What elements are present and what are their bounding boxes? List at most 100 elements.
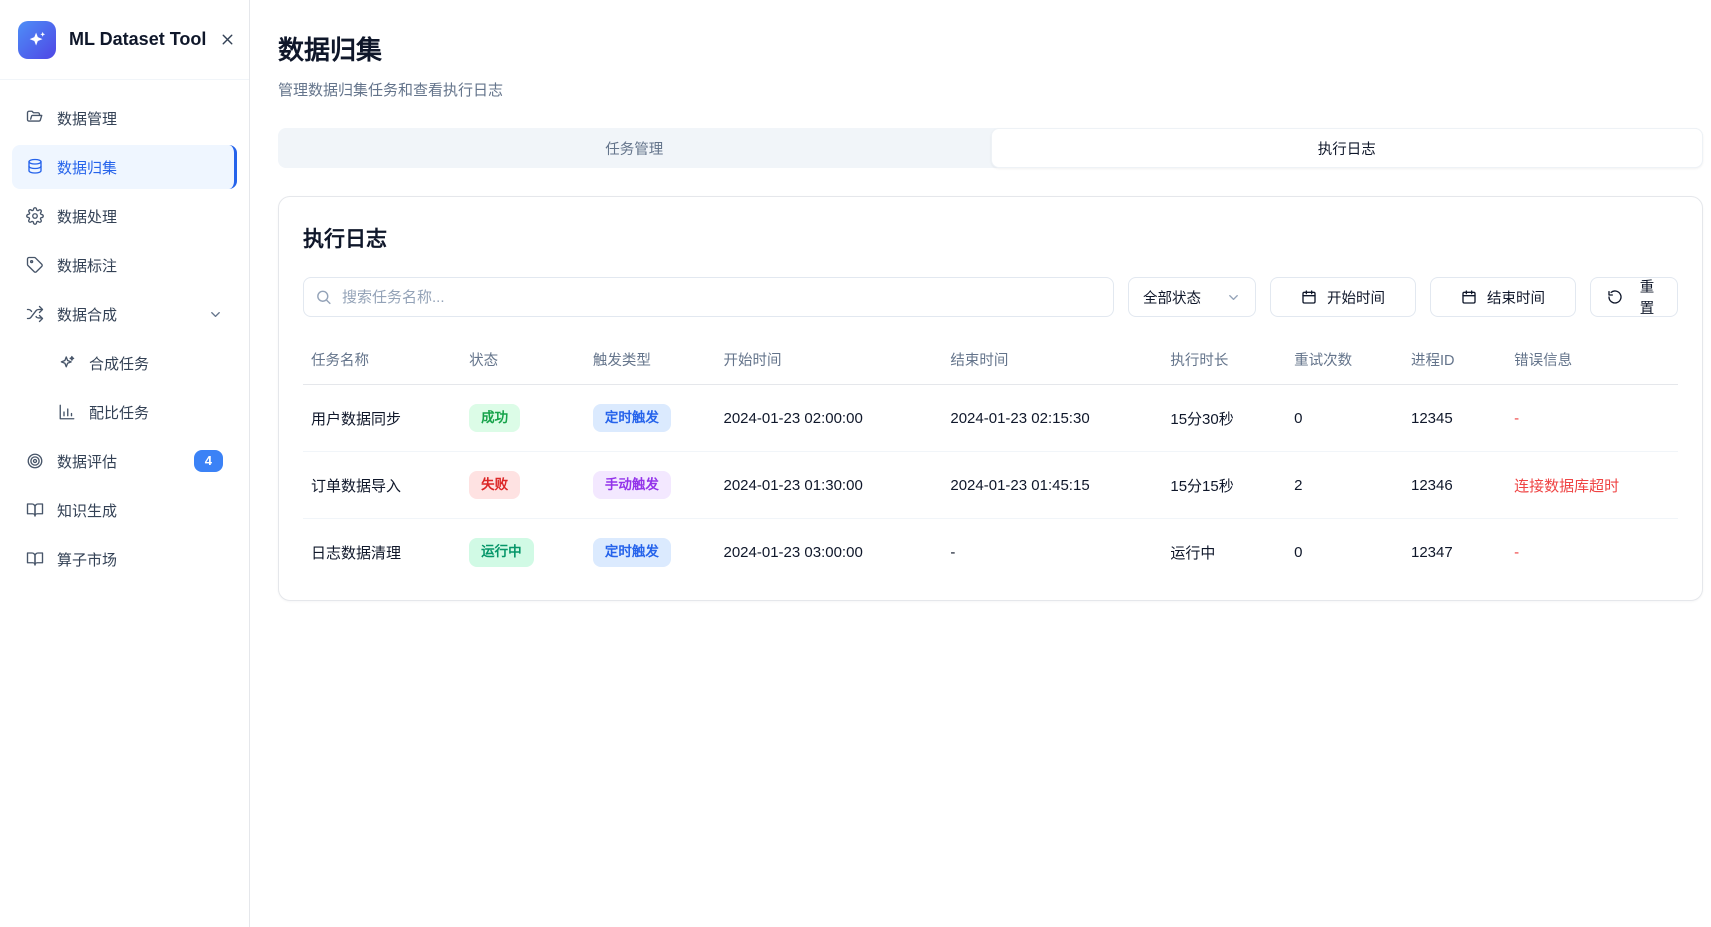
sidebar-item-label: 数据标注: [57, 255, 117, 276]
sidebar-item-label: 配比任务: [89, 402, 149, 423]
cell-pid: 12347: [1403, 519, 1506, 586]
sidebar-item-label: 数据评估: [57, 451, 117, 472]
shuffle-icon: [26, 305, 44, 323]
column-header: 任务名称: [303, 341, 461, 385]
sparkles-icon: [58, 354, 76, 372]
folder-icon: [26, 109, 44, 127]
status-badge: 失败: [469, 471, 520, 499]
sidebar-item-label: 数据管理: [57, 108, 117, 129]
target-icon: [26, 452, 44, 470]
cell-duration: 15分30秒: [1162, 385, 1286, 452]
cell-error-message: 连接数据库超时: [1506, 452, 1678, 519]
execution-logs-panel: 执行日志 全部状态: [278, 196, 1703, 601]
end-time-button[interactable]: 结束时间: [1430, 277, 1576, 317]
column-header: 状态: [461, 341, 585, 385]
reset-label: 重置: [1633, 276, 1661, 318]
cell-start-time: 2024-01-23 03:00:00: [716, 519, 943, 586]
cell-end-time: 2024-01-23 01:45:15: [942, 452, 1162, 519]
cell-task-name: 订单数据导入: [303, 452, 461, 519]
sidebar-item-data-synthesis[interactable]: 数据合成: [12, 292, 237, 336]
column-header: 重试次数: [1286, 341, 1403, 385]
sidebar-item-data-management[interactable]: 数据管理: [12, 96, 237, 140]
cell-retries: 0: [1286, 519, 1403, 586]
cell-duration: 15分15秒: [1162, 452, 1286, 519]
column-header: 触发类型: [585, 341, 716, 385]
database-icon: [26, 158, 44, 176]
sidebar-item-label: 数据合成: [57, 304, 117, 325]
filter-toolbar: 全部状态 开始时间 结束时间: [303, 277, 1678, 317]
app-logo-sparkle-icon: [18, 21, 56, 59]
cell-trigger-type: 定时触发: [585, 519, 716, 586]
cell-task-name: 日志数据清理: [303, 519, 461, 586]
sidebar-item-data-processing[interactable]: 数据处理: [12, 194, 237, 238]
cell-error-message: -: [1506, 519, 1678, 586]
trigger-badge: 定时触发: [593, 538, 671, 566]
table-row: 用户数据同步成功 定时触发 2024-01-23 02:00:002024-01-2…: [303, 385, 1678, 452]
end-time-label: 结束时间: [1487, 287, 1545, 308]
reset-button[interactable]: 重置: [1590, 277, 1678, 317]
column-header: 执行时长: [1162, 341, 1286, 385]
table-row: 日志数据清理运行中定时触发2024-01-23 03:00:00-运行中0123…: [303, 519, 1678, 586]
start-time-label: 开始时间: [1327, 287, 1385, 308]
cell-duration: 运行中: [1162, 519, 1286, 586]
column-header: 进程ID: [1403, 341, 1506, 385]
cell-status: 运行中: [461, 519, 585, 586]
sidebar-item-data-labeling[interactable]: 数据标注: [12, 243, 237, 287]
sidebar-item-data-collection[interactable]: 数据归集: [12, 145, 237, 189]
tab-task-management[interactable]: 任务管理: [278, 128, 991, 168]
sidebar-nav: 数据管理数据归集数据处理数据标注数据合成合成任务配比任务数据评估4 知识生成算子市…: [0, 80, 249, 927]
tab-execution-logs[interactable]: 执行日志: [991, 128, 1704, 168]
main-content: 数据归集 管理数据归集任务和查看执行日志 任务管理执行日志 执行日志 全部状态: [250, 0, 1711, 927]
cell-status: 成功: [461, 385, 585, 452]
page-subtitle: 管理数据归集任务和查看执行日志: [278, 79, 1703, 100]
column-header: 错误信息: [1506, 341, 1678, 385]
cell-end-time: 2024-01-23 02:15:30: [942, 385, 1162, 452]
sidebar-item-label: 知识生成: [57, 500, 117, 521]
cell-trigger-type: 定时触发: [585, 385, 716, 452]
table-header-row: 任务名称状态触发类型开始时间结束时间执行时长重试次数进程ID错误信息: [303, 341, 1678, 385]
sidebar-item-ratio-task[interactable]: 配比任务: [12, 390, 237, 434]
cell-start-time: 2024-01-23 02:00:00: [716, 385, 943, 452]
trigger-badge: 定时触发: [593, 404, 671, 432]
cell-error-message: -: [1506, 385, 1678, 452]
column-header: 结束时间: [942, 341, 1162, 385]
search-box: [303, 277, 1114, 317]
search-input[interactable]: [303, 277, 1114, 317]
status-filter-select[interactable]: 全部状态: [1128, 277, 1256, 317]
sidebar: ML Dataset Tool 数据管理数据归集数据处理数据标注数据合成合成任务…: [0, 0, 250, 927]
sidebar-item-knowledge-generation[interactable]: 知识生成: [12, 488, 237, 532]
table-body: 用户数据同步成功定时触发2024-01-23 02:00:002024-01-2…: [303, 385, 1678, 586]
sidebar-item-label: 数据处理: [57, 206, 117, 227]
column-header: 开始时间: [716, 341, 943, 385]
close-icon[interactable]: [219, 31, 236, 48]
panel-title: 执行日志: [303, 223, 1678, 253]
search-icon: [315, 289, 332, 306]
page-title: 数据归集: [278, 30, 1703, 67]
sidebar-item-synthesis-task[interactable]: 合成任务: [12, 341, 237, 385]
sidebar-item-operator-market[interactable]: 算子市场: [12, 537, 237, 581]
chevron-down-icon: [208, 307, 223, 322]
cell-retries: 0: [1286, 385, 1403, 452]
cell-end-time: -: [942, 519, 1162, 586]
bar-chart-icon: [58, 403, 76, 421]
status-badge: 运行中: [469, 538, 534, 566]
sidebar-header: ML Dataset Tool: [0, 0, 249, 80]
start-time-button[interactable]: 开始时间: [1270, 277, 1416, 317]
sidebar-item-label: 合成任务: [89, 353, 149, 374]
tag-icon: [26, 256, 44, 274]
cell-task-name: 用户数据同步: [303, 385, 461, 452]
chevron-down-icon: [1226, 290, 1241, 305]
trigger-badge: 手动触发: [593, 471, 671, 499]
app-title: ML Dataset Tool: [69, 29, 206, 50]
sidebar-item-data-evaluation[interactable]: 数据评估4: [12, 439, 237, 483]
execution-logs-table: 任务名称状态触发类型开始时间结束时间执行时长重试次数进程ID错误信息 用户数据同…: [303, 341, 1678, 586]
book-icon: [26, 501, 44, 519]
status-badge: 成功: [469, 404, 520, 432]
gear-icon: [26, 207, 44, 225]
book-icon: [26, 550, 44, 568]
cell-start-time: 2024-01-23 01:30:00: [716, 452, 943, 519]
cell-retries: 2: [1286, 452, 1403, 519]
calendar-icon: [1301, 289, 1317, 305]
cell-status: 失败: [461, 452, 585, 519]
reset-icon: [1607, 289, 1623, 305]
